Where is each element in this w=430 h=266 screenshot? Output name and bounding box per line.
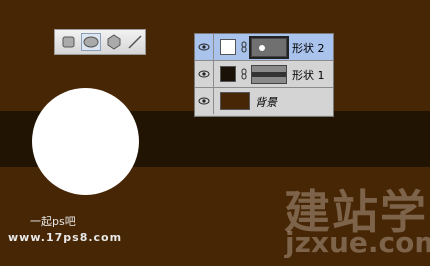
watermark-logo-url: jzxue.com <box>285 226 430 259</box>
link-chain-icon <box>241 41 247 53</box>
rounded-rectangle-tool-icon <box>62 36 75 48</box>
layer-row-background[interactable]: 背景 <box>195 88 333 115</box>
visibility-eye-icon[interactable] <box>198 95 210 107</box>
visibility-eye-icon[interactable] <box>198 68 210 80</box>
fill-swatch[interactable] <box>220 39 236 55</box>
divider <box>213 34 214 60</box>
vector-mask-thumbnail[interactable] <box>249 36 289 59</box>
layer-name: 形状 1 <box>292 69 325 82</box>
layer-name: 形状 2 <box>292 42 325 55</box>
rounded-rectangle-tool-button[interactable] <box>59 33 79 51</box>
layer-row-shape-1[interactable]: 形状 1 <box>195 61 333 88</box>
mask-ellipse-icon <box>259 45 265 51</box>
layer-name: 背景 <box>255 96 277 109</box>
divider <box>213 88 214 114</box>
line-tool-icon <box>128 35 142 49</box>
shape-toolbar <box>54 29 146 55</box>
layers-panel: 形状 2 形状 1 背景 <box>194 33 334 117</box>
layer-row-shape-2[interactable]: 形状 2 <box>195 34 333 61</box>
link-chain-icon <box>241 68 247 80</box>
polygon-tool-button[interactable] <box>104 33 124 51</box>
divider <box>213 61 214 87</box>
vector-mask-thumbnail[interactable] <box>251 65 287 84</box>
visibility-eye-icon[interactable] <box>198 41 210 53</box>
canvas: 形状 2 形状 1 背景 一起ps吧 www.17ps8.com 建站学 jzx… <box>0 0 430 266</box>
background-thumbnail[interactable] <box>220 92 250 110</box>
fill-swatch[interactable] <box>220 66 236 82</box>
line-tool-button[interactable] <box>125 33 145 51</box>
ellipse-tool-button[interactable] <box>81 33 101 51</box>
white-circle-shape <box>32 88 139 195</box>
watermark-text: 一起ps吧 <box>30 215 76 228</box>
polygon-tool-icon <box>107 34 121 50</box>
ellipse-tool-icon <box>83 36 99 48</box>
watermark-url: www.17ps8.com <box>8 231 123 244</box>
mask-band-icon <box>252 72 286 77</box>
